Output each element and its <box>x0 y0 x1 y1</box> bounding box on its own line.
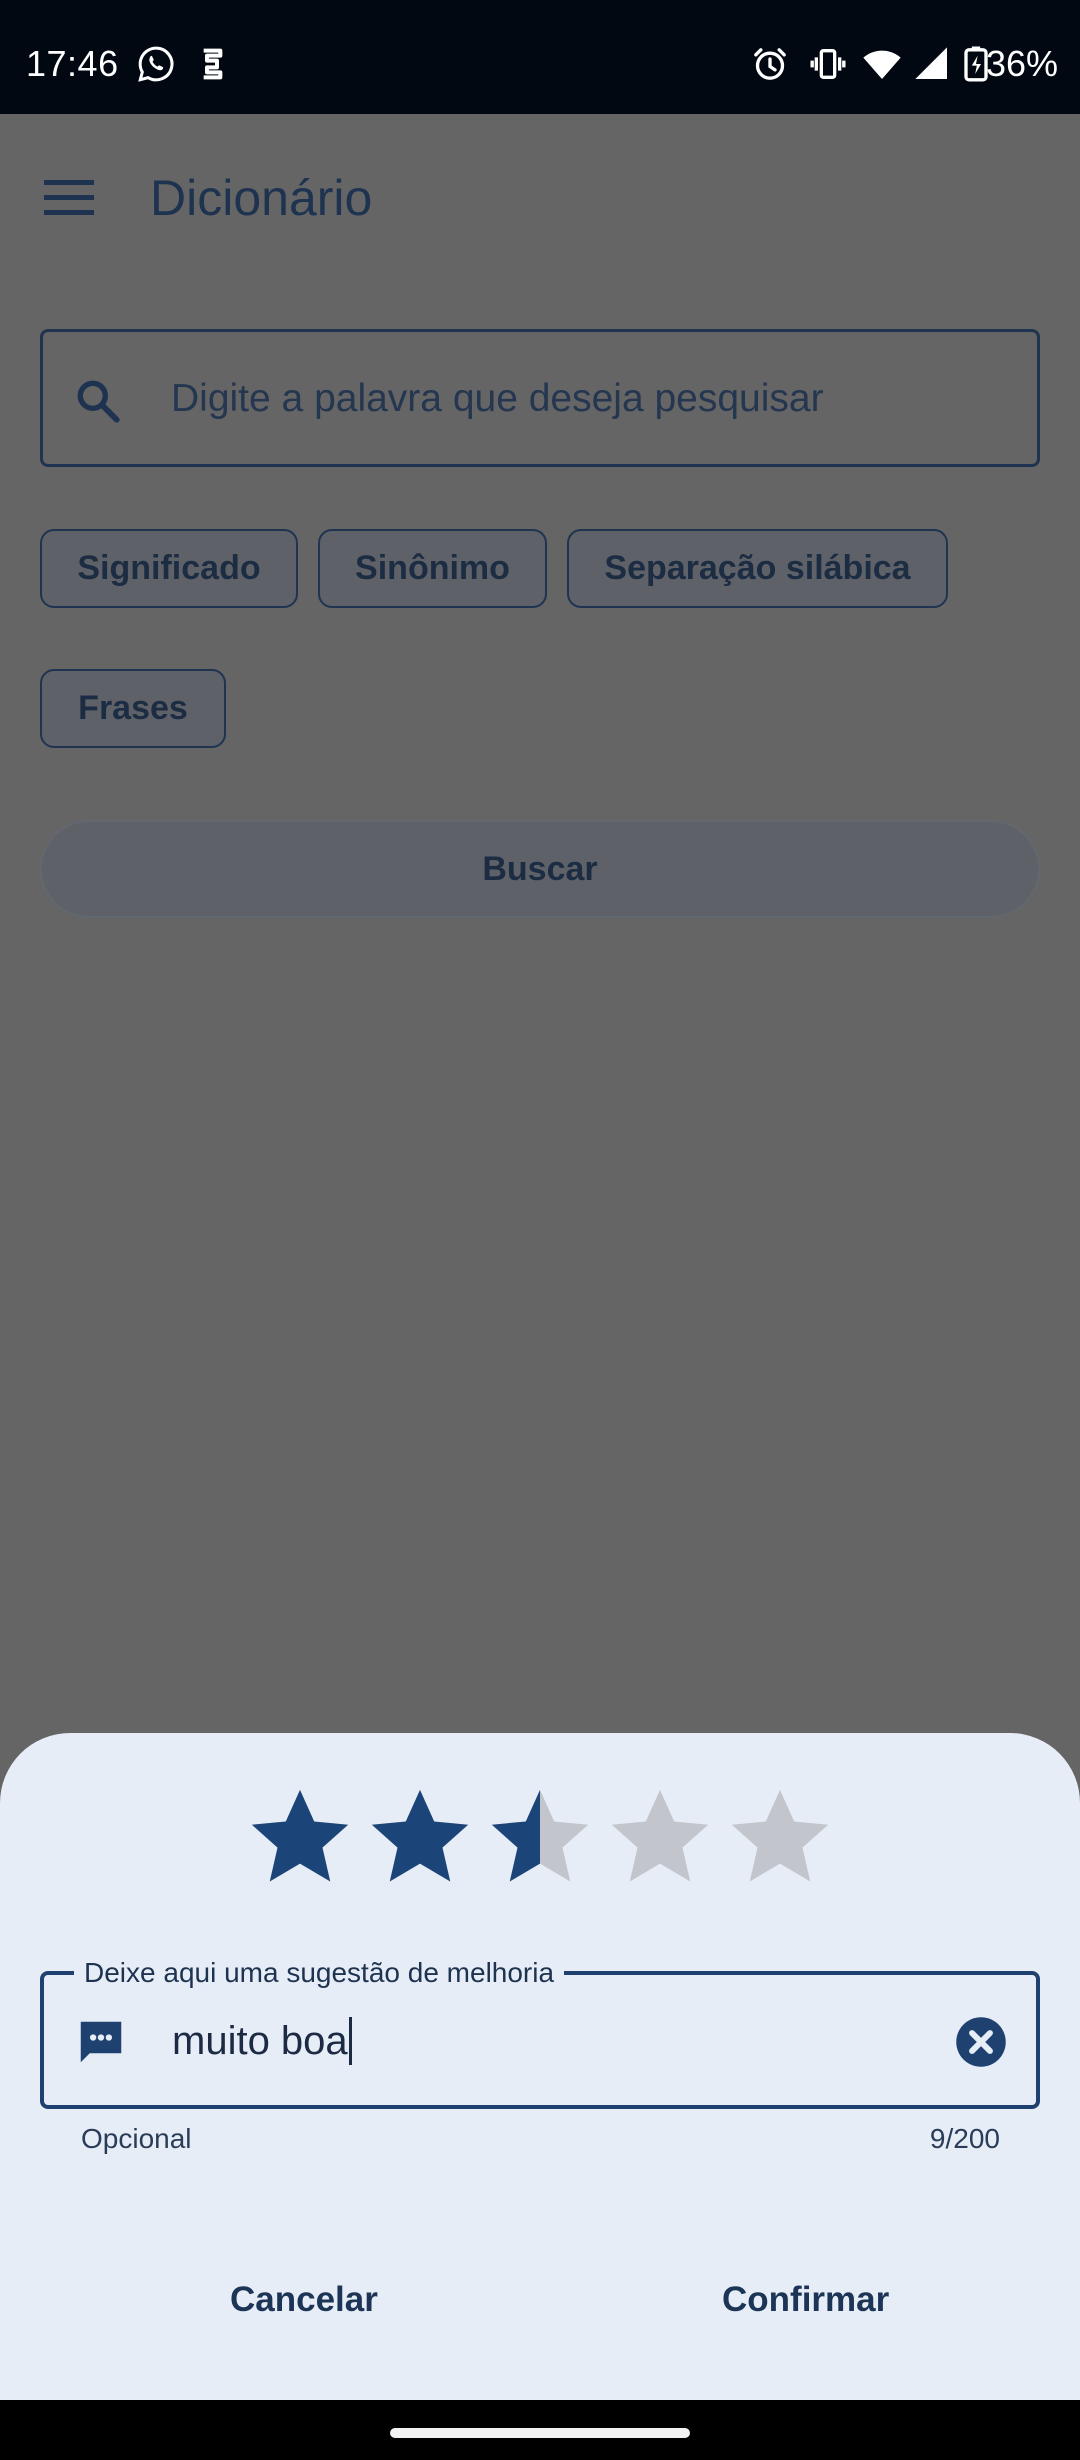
star-icon[interactable] <box>485 1783 595 1893</box>
feedback-field[interactable]: Deixe aqui uma sugestão de melhoria muit… <box>40 1957 1040 2109</box>
page-title: Dicionário <box>150 170 373 226</box>
chip-separacao-silabica[interactable]: Separação silábica <box>567 529 948 608</box>
character-counter: 9/200 <box>929 2123 1000 2154</box>
search-input[interactable]: Digite a palavra que deseja pesquisar <box>40 329 1040 467</box>
chip-significado[interactable]: Significado <box>40 529 298 608</box>
star-icon[interactable] <box>725 1783 835 1893</box>
status-bar: 17:46 36% <box>0 0 1080 114</box>
alarm-icon <box>754 48 786 80</box>
star-icon[interactable] <box>365 1783 475 1893</box>
search-placeholder: Digite a palavra que deseja pesquisar <box>171 377 824 420</box>
app-notification-icon <box>203 48 223 80</box>
whatsapp-icon <box>138 46 174 82</box>
helper-text: Opcional <box>81 2123 192 2154</box>
home-gesture-handle[interactable] <box>390 2428 690 2438</box>
star-rating[interactable] <box>245 1783 845 1893</box>
chip-frases[interactable]: Frases <box>40 669 226 748</box>
wifi-icon <box>863 50 901 79</box>
star-icon[interactable] <box>605 1783 715 1893</box>
rating-bottom-sheet: Deixe aqui uma sugestão de melhoria muit… <box>0 1733 1080 2400</box>
star-icon[interactable] <box>245 1783 355 1893</box>
battery-percentage: 36% <box>985 43 1058 84</box>
feedback-field-label: Deixe aqui uma sugestão de melhoria <box>74 1957 565 1989</box>
vibrate-icon <box>810 49 846 79</box>
clear-icon[interactable] <box>954 2015 1008 2069</box>
app-content: Dicionário Digite a palavra que deseja p… <box>0 114 1080 1734</box>
signal-icon <box>915 47 947 79</box>
navigation-bar <box>0 2400 1080 2460</box>
search-icon <box>77 380 120 423</box>
text-caret <box>348 2017 352 2065</box>
feedback-input[interactable]: muito boa <box>172 2017 352 2065</box>
confirm-button[interactable]: Confirmar <box>722 2280 889 2320</box>
search-button[interactable]: Buscar <box>40 820 1040 918</box>
feedback-text: muito boa <box>172 2019 348 2063</box>
chip-sinonimo[interactable]: Sinônimo <box>318 529 547 608</box>
message-icon <box>80 2021 122 2063</box>
cancel-button[interactable]: Cancelar <box>230 2280 378 2320</box>
menu-icon[interactable] <box>42 176 96 220</box>
status-time: 17:46 <box>26 43 119 84</box>
